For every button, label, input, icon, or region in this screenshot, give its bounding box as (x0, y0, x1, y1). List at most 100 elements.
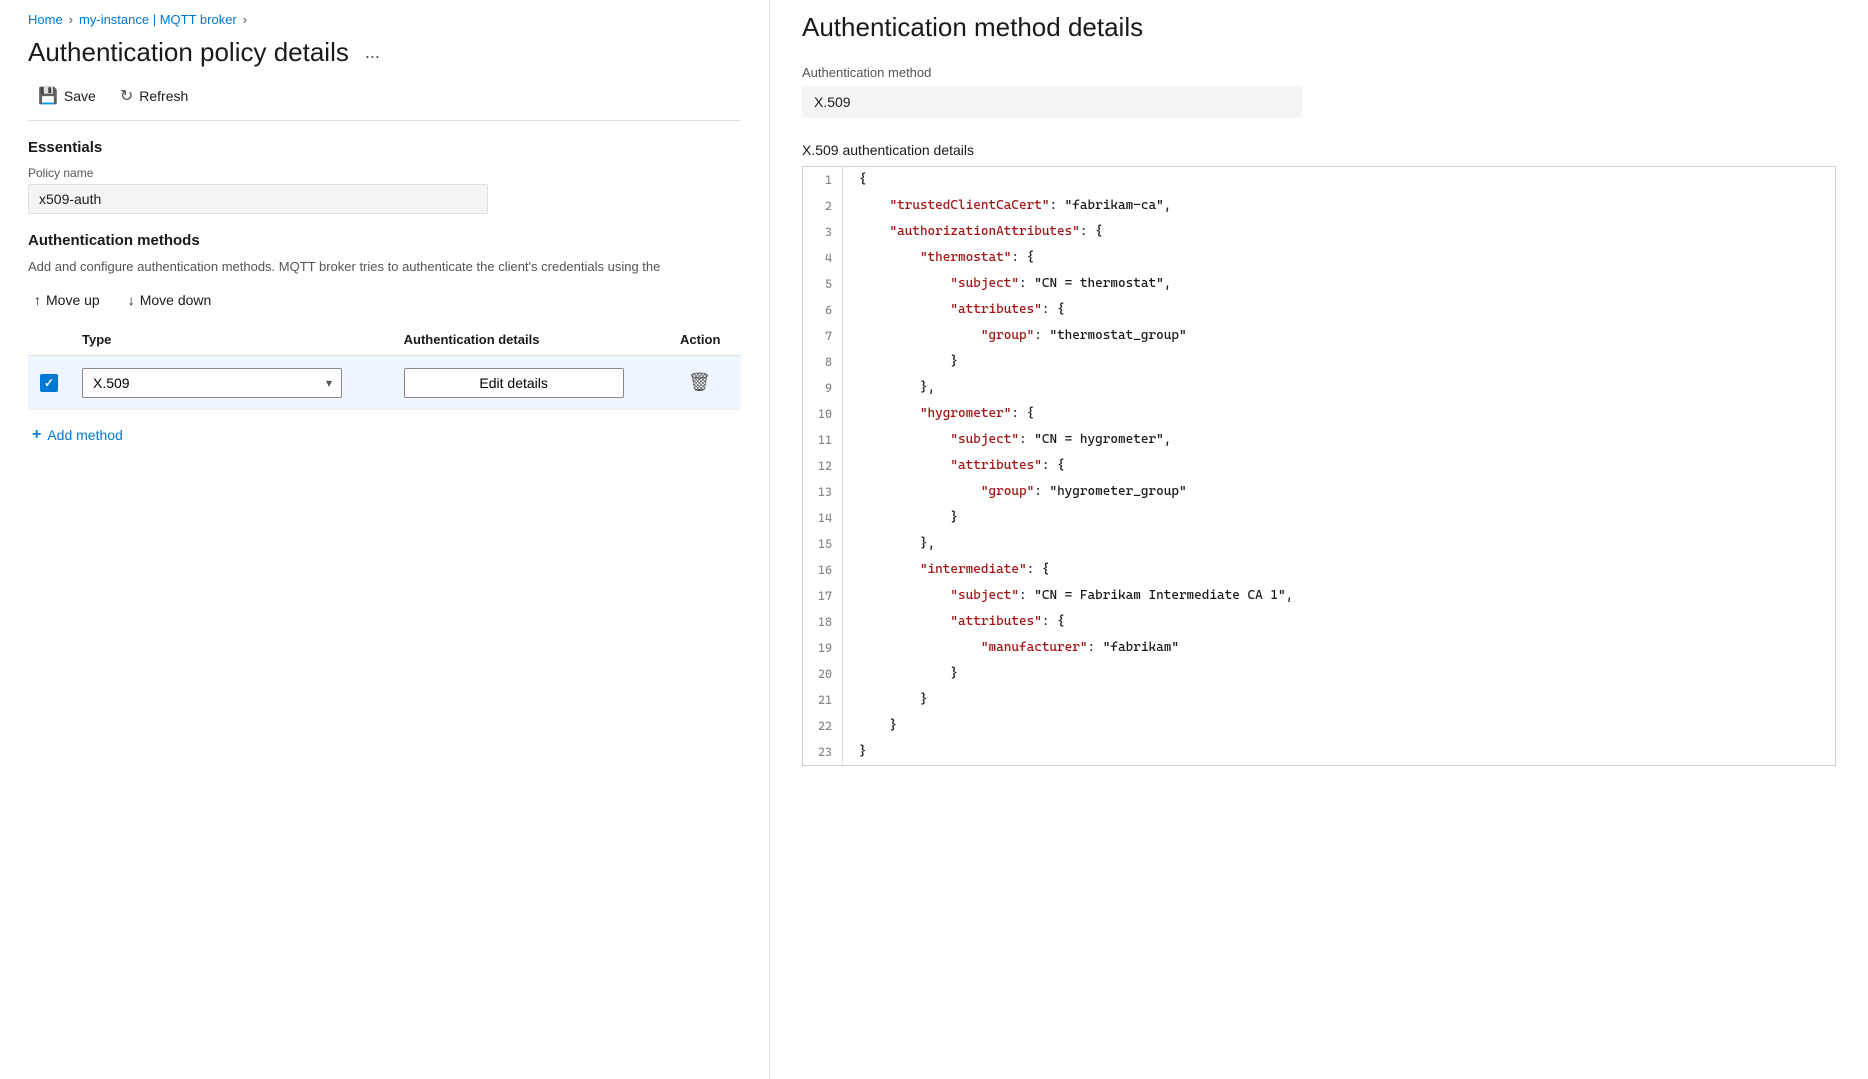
line-code: "intermediate": { (843, 557, 1049, 583)
col-checkbox (28, 324, 70, 356)
line-code: } (843, 687, 928, 713)
line-code: "thermostat": { (843, 245, 1034, 271)
code-line: 21 } (803, 687, 1835, 713)
row-checkbox[interactable] (40, 374, 58, 392)
col-action: Action (668, 324, 741, 356)
col-type: Type (70, 324, 392, 356)
right-page-title: Authentication method details (802, 12, 1836, 43)
line-code: "hygrometer": { (843, 401, 1034, 427)
line-number: 7 (803, 323, 843, 349)
line-number: 20 (803, 661, 843, 687)
line-number: 18 (803, 609, 843, 635)
line-code: } (843, 713, 897, 739)
row-checkbox-cell[interactable] (28, 356, 70, 410)
line-code: "subject": "CN = hygrometer", (843, 427, 1171, 453)
row-type-cell: X.509 ▾ (70, 356, 392, 410)
code-line: 19 "manufacturer": "fabrikam" (803, 635, 1835, 661)
move-up-icon: ↑ (34, 292, 41, 308)
code-line: 18 "attributes": { (803, 609, 1835, 635)
line-number: 3 (803, 219, 843, 245)
row-action-cell: 🗑 (668, 356, 741, 410)
code-line: 8 } (803, 349, 1835, 375)
code-line: 16 "intermediate": { (803, 557, 1835, 583)
type-select[interactable]: X.509 (82, 368, 342, 398)
line-code: }, (843, 375, 935, 401)
auth-methods-desc: Add and configure authentication methods… (28, 259, 741, 274)
line-number: 17 (803, 583, 843, 609)
line-number: 15 (803, 531, 843, 557)
add-method-button[interactable]: + Add method (28, 418, 127, 452)
auth-methods-title: Authentication methods (28, 232, 741, 249)
line-number: 19 (803, 635, 843, 661)
breadcrumb-sep2: › (243, 12, 247, 27)
line-number: 1 (803, 167, 843, 193)
policy-name-label: Policy name (28, 166, 741, 180)
line-code: "subject": "CN = Fabrikam Intermediate C… (843, 583, 1293, 609)
code-line: 23} (803, 739, 1835, 765)
col-auth-details: Authentication details (392, 324, 668, 356)
code-line: 6 "attributes": { (803, 297, 1835, 323)
right-panel: Authentication method details Authentica… (770, 0, 1868, 1079)
table-row: X.509 ▾ Edit details 🗑 (28, 356, 741, 410)
code-line: 11 "subject": "CN = hygrometer", (803, 427, 1835, 453)
line-code: "attributes": { (843, 297, 1065, 323)
breadcrumb: Home › my-instance | MQTT broker › (28, 12, 741, 27)
code-line: 4 "thermostat": { (803, 245, 1835, 271)
delete-button[interactable]: 🗑 (680, 366, 719, 399)
code-line: 7 "group": "thermostat_group" (803, 323, 1835, 349)
line-number: 16 (803, 557, 843, 583)
save-button[interactable]: 💾 Save (28, 80, 106, 112)
breadcrumb-home[interactable]: Home (28, 12, 63, 27)
line-code: "trustedClientCaCert": "fabrikam-ca", (843, 193, 1171, 219)
save-icon: 💾 (38, 86, 58, 106)
line-number: 9 (803, 375, 843, 401)
line-code: "group": "thermostat_group" (843, 323, 1187, 349)
refresh-button[interactable]: ↻ Refresh (110, 80, 198, 112)
auth-method-label: Authentication method (802, 65, 1836, 80)
line-number: 13 (803, 479, 843, 505)
code-block: 1{2 "trustedClientCaCert": "fabrikam-ca"… (802, 166, 1836, 766)
line-number: 2 (803, 193, 843, 219)
plus-icon: + (32, 426, 41, 444)
ellipsis-menu-button[interactable]: ... (359, 40, 386, 65)
code-line: 1{ (803, 167, 1835, 193)
methods-table: Type Authentication details Action X.509 (28, 324, 741, 410)
auth-methods-section: Authentication methods Add and configure… (28, 232, 741, 452)
line-code: "attributes": { (843, 609, 1065, 635)
trash-icon: 🗑 (688, 372, 711, 392)
breadcrumb-sep1: › (69, 12, 73, 27)
code-line: 10 "hygrometer": { (803, 401, 1835, 427)
line-number: 10 (803, 401, 843, 427)
line-code: "authorizationAttributes": { (843, 219, 1103, 245)
x509-section-title: X.509 authentication details (802, 142, 1836, 158)
line-number: 4 (803, 245, 843, 271)
move-toolbar: ↑ Move up ↓ Move down (28, 288, 741, 312)
code-line: 13 "group": "hygrometer_group" (803, 479, 1835, 505)
line-code: }, (843, 531, 935, 557)
refresh-icon: ↻ (120, 86, 133, 106)
line-number: 14 (803, 505, 843, 531)
code-line: 9 }, (803, 375, 1835, 401)
line-number: 23 (803, 739, 843, 765)
line-code: "group": "hygrometer_group" (843, 479, 1187, 505)
line-code: } (843, 505, 958, 531)
line-code: "attributes": { (843, 453, 1065, 479)
code-line: 12 "attributes": { (803, 453, 1835, 479)
type-select-wrapper: X.509 ▾ (82, 368, 342, 398)
code-line: 2 "trustedClientCaCert": "fabrikam-ca", (803, 193, 1835, 219)
line-number: 6 (803, 297, 843, 323)
code-line: 17 "subject": "CN = Fabrikam Intermediat… (803, 583, 1835, 609)
line-number: 8 (803, 349, 843, 375)
line-code: } (843, 739, 867, 765)
row-auth-details-cell: Edit details (392, 356, 668, 410)
edit-details-button[interactable]: Edit details (404, 368, 624, 398)
line-code: { (843, 167, 867, 193)
move-up-button[interactable]: ↑ Move up (28, 288, 106, 312)
code-line: 20 } (803, 661, 1835, 687)
line-code: "manufacturer": "fabrikam" (843, 635, 1179, 661)
line-number: 12 (803, 453, 843, 479)
left-panel: Home › my-instance | MQTT broker › Authe… (0, 0, 770, 1079)
breadcrumb-instance[interactable]: my-instance | MQTT broker (79, 12, 237, 27)
move-down-button[interactable]: ↓ Move down (122, 288, 218, 312)
page-title: Authentication policy details ... (28, 37, 741, 68)
